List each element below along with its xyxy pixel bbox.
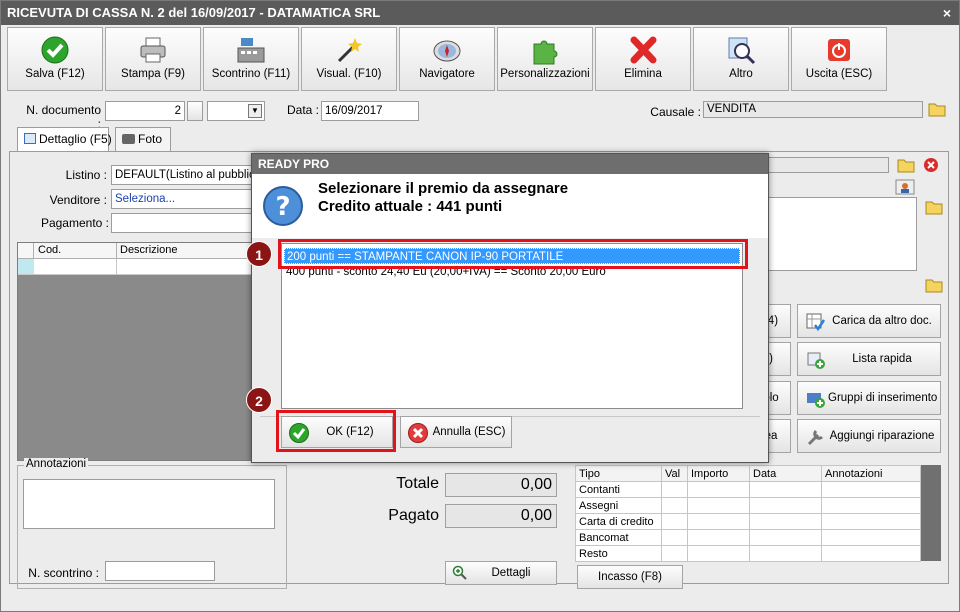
cancel-button[interactable]: Annulla (ESC) xyxy=(400,416,512,448)
table-row[interactable]: Resto xyxy=(575,545,921,562)
col-annotazioni: Annotazioni xyxy=(821,465,921,482)
compass-icon xyxy=(433,40,461,62)
grid-header: Cod. Descrizione xyxy=(18,243,252,259)
paid-label: Pagato xyxy=(388,507,439,524)
close-icon[interactable]: × xyxy=(943,1,951,25)
main-window: RICEVUTA DI CASSA N. 2 del 16/09/2017 - … xyxy=(0,0,960,612)
col-val: Val xyxy=(661,465,688,482)
folder-icon[interactable] xyxy=(897,157,915,173)
table-header-row: Tipo Val Importo Data Annotazioni xyxy=(575,465,921,482)
total-label: Totale xyxy=(396,475,439,492)
camera-icon xyxy=(122,134,135,144)
save-button[interactable]: Salva (F12) xyxy=(7,27,103,91)
col-importo: Importo xyxy=(687,465,750,482)
col-cod[interactable]: Cod. xyxy=(38,244,61,256)
payments-scrollbar[interactable] xyxy=(921,465,941,561)
pagamento-field[interactable] xyxy=(111,213,253,233)
svg-text:?: ? xyxy=(275,192,290,222)
folder-icon[interactable] xyxy=(925,199,943,215)
insert-groups-button[interactable]: Gruppi di inserimento xyxy=(797,381,941,415)
doc-series-select[interactable]: ▼ xyxy=(207,101,265,121)
search-person-icon[interactable] xyxy=(895,179,915,195)
clear-icon[interactable] xyxy=(923,157,939,173)
folder-icon[interactable] xyxy=(928,101,946,117)
dialog-credit: Credito attuale : 441 punti xyxy=(318,198,503,215)
more-button[interactable]: Altro xyxy=(693,27,789,91)
cash-register-icon xyxy=(237,38,265,63)
listino-label: Listino : xyxy=(65,168,107,182)
incasso-button[interactable]: Incasso (F8) xyxy=(577,565,683,589)
puzzle-icon xyxy=(533,40,558,65)
step-badge-2: 2 xyxy=(246,387,272,413)
add-repair-button[interactable]: Aggiungi riparazione xyxy=(797,419,941,453)
power-icon xyxy=(828,39,850,61)
col-descrizione[interactable]: Descrizione xyxy=(116,243,177,259)
col-tipo: Tipo xyxy=(575,465,662,482)
table-row[interactable]: Bancomat xyxy=(575,529,921,546)
printer-icon xyxy=(140,37,166,63)
dialog-heading: Selezionare il premio da assegnare xyxy=(318,180,569,197)
magic-wand-icon xyxy=(337,38,362,63)
cancel-x-icon xyxy=(408,423,428,443)
wrench-icon xyxy=(807,429,824,446)
table-row[interactable] xyxy=(18,259,252,275)
add-item-icon xyxy=(807,352,825,369)
tab-foto[interactable]: Foto xyxy=(115,127,171,151)
annotations-textarea[interactable] xyxy=(23,479,275,529)
tab-dettaglio[interactable]: Dettaglio (F5) xyxy=(17,127,112,152)
navigator-button[interactable]: Navigatore xyxy=(399,27,495,91)
dialog-header: ? Selezionare il premio da assegnare Cre… xyxy=(252,174,768,238)
step-badge-1: 1 xyxy=(246,241,272,267)
total-value: 0,00 xyxy=(445,473,557,497)
annotations-title: Annotazioni xyxy=(24,458,89,470)
customizations-button[interactable]: Personalizzazioni xyxy=(497,27,593,91)
toolbar: Salva (F12) Stampa (F9) Scontrino (F11) … xyxy=(7,27,953,91)
right-field-top[interactable] xyxy=(767,157,889,173)
details-button[interactable]: Dettagli xyxy=(445,561,557,585)
listino-field[interactable]: DEFAULT(Listino al pubblico) xyxy=(111,165,253,185)
group-add-icon xyxy=(807,393,825,408)
table-row[interactable]: Carta di credito xyxy=(575,513,921,530)
causale-label: Causale : xyxy=(650,105,701,119)
chevron-down-icon[interactable]: ▼ xyxy=(248,104,262,118)
list-icon xyxy=(24,133,36,144)
date-field[interactable]: 16/09/2017 xyxy=(321,101,419,121)
highlight-box-list xyxy=(278,239,748,269)
table-row[interactable]: Assegni xyxy=(575,497,921,514)
grid-check-icon xyxy=(806,313,826,332)
pagamento-label: Pagamento : xyxy=(40,216,109,230)
highlight-box-ok xyxy=(276,410,396,452)
window-title: RICEVUTA DI CASSA N. 2 del 16/09/2017 - … xyxy=(7,5,381,20)
address-area[interactable] xyxy=(767,197,917,271)
folder-icon[interactable] xyxy=(925,277,943,293)
doc-suffix-button[interactable] xyxy=(187,101,203,121)
dialog-title: READY PRO xyxy=(252,154,768,174)
magnifier-icon xyxy=(728,37,756,65)
question-icon: ? xyxy=(263,186,303,226)
quick-list-button[interactable]: Lista rapida xyxy=(797,342,941,376)
receipt-button[interactable]: Scontrino (F11) xyxy=(203,27,299,91)
col-data: Data xyxy=(749,465,822,482)
exit-button[interactable]: Uscita (ESC) xyxy=(791,27,887,91)
check-icon xyxy=(41,36,69,64)
doc-number-field[interactable]: 2 xyxy=(105,101,185,121)
scontrino-field[interactable] xyxy=(105,561,215,581)
venditore-label: Venditore : xyxy=(49,193,107,207)
table-row[interactable]: Contanti xyxy=(575,481,921,498)
print-button[interactable]: Stampa (F9) xyxy=(105,27,201,91)
payments-table[interactable]: Tipo Val Importo Data Annotazioni Contan… xyxy=(575,465,921,562)
magnifier-plus-icon xyxy=(452,565,467,580)
venditore-field[interactable]: Seleziona... xyxy=(111,189,253,209)
scontrino-label: N. scontrino : xyxy=(28,566,99,580)
title-bar: RICEVUTA DI CASSA N. 2 del 16/09/2017 - … xyxy=(1,1,959,25)
paid-value: 0,00 xyxy=(445,504,557,528)
date-label: Data : xyxy=(286,103,319,117)
causale-field[interactable]: VENDITA xyxy=(703,101,923,118)
delete-x-icon xyxy=(630,36,657,64)
preview-button[interactable]: Visual. (F10) xyxy=(301,27,397,91)
delete-button[interactable]: Elimina xyxy=(595,27,691,91)
items-grid[interactable]: Cod. Descrizione xyxy=(17,242,253,461)
load-from-doc-button[interactable]: Carica da altro doc. xyxy=(797,304,941,338)
